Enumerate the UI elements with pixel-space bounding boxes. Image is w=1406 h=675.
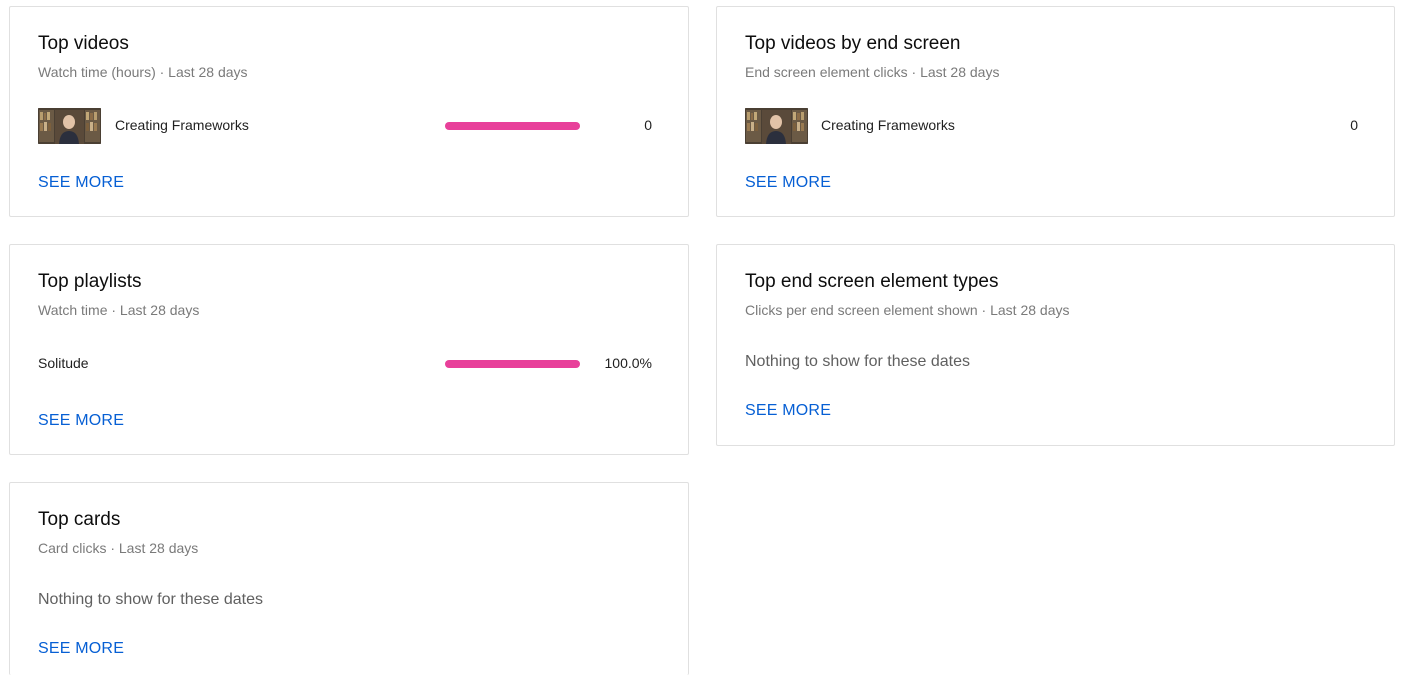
watch-time-bar [445,122,580,130]
video-thumbnail-image [38,108,101,144]
see-more-link[interactable]: SEE MORE [38,174,124,192]
top-end-screen-types-card: Top end screen element types Clicks per … [716,244,1395,446]
top-playlists-card: Top playlists Watch time · Last 28 days … [9,244,689,455]
card-subtitle: End screen element clicks · Last 28 days [745,64,1000,80]
card-title: Top cards [38,509,121,530]
playlist-row[interactable]: Solitude 100.0% [38,346,652,382]
video-row[interactable]: Creating Frameworks 0 [745,108,1358,144]
card-title: Top end screen element types [745,271,999,292]
see-more-link[interactable]: SEE MORE [745,174,831,192]
top-videos-end-screen-card: Top videos by end screen End screen elem… [716,6,1395,217]
card-title: Top playlists [38,271,142,292]
video-thumbnail[interactable] [745,108,808,144]
see-more-link[interactable]: SEE MORE [38,640,124,658]
watch-time-value: 0 [644,117,652,133]
video-thumbnail[interactable] [38,108,101,144]
top-videos-card: Top videos Watch time (hours) · Last 28 … [9,6,689,217]
playlist-title[interactable]: Solitude [38,355,89,371]
card-subtitle: Card clicks · Last 28 days [38,540,199,556]
video-row[interactable]: Creating Frameworks 0 [38,108,652,144]
watch-time-bar-fill [445,122,580,130]
card-title: Top videos by end screen [745,33,961,54]
card-title: Top videos [38,33,129,54]
empty-message: Nothing to show for these dates [38,591,264,608]
end-screen-clicks-value: 0 [1350,117,1358,133]
video-title[interactable]: Creating Frameworks [821,117,955,133]
card-subtitle: Watch time (hours) · Last 28 days [38,64,248,80]
watch-time-bar [445,360,580,368]
watch-time-percent: 100.0% [604,355,652,371]
see-more-link[interactable]: SEE MORE [745,402,831,420]
empty-message: Nothing to show for these dates [745,353,971,370]
card-subtitle: Watch time · Last 28 days [38,302,200,318]
top-cards-card: Top cards Card clicks · Last 28 days Not… [9,482,689,675]
watch-time-bar-fill [445,360,580,368]
card-subtitle: Clicks per end screen element shown · La… [745,302,1070,318]
video-thumbnail-image [745,108,808,144]
see-more-link[interactable]: SEE MORE [38,412,124,430]
video-title[interactable]: Creating Frameworks [115,117,249,133]
